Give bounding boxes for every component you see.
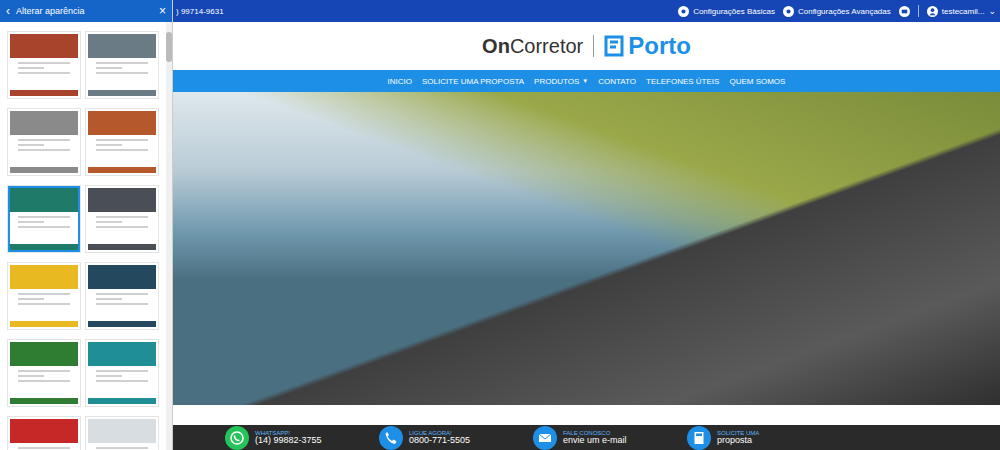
thumb-footer [88,398,156,404]
theme-thumbnail[interactable] [86,263,158,329]
thumb-content [88,135,156,167]
thumb-content [10,366,78,398]
app: ‹ Alterar aparência × ) 99714-9631 Confi… [0,0,1000,450]
nav-item[interactable]: SOLICITE UMA PROPOSTA [422,77,524,86]
site-preview: ) 99714-9631 Configurações Básicas Confi… [173,0,1000,450]
thumb-content [88,58,156,90]
whatsapp-icon [225,426,249,450]
thumb-content [10,443,78,450]
contact-bar: WHATSAPP! (14) 99882-3755 LIGUE AGORA! 0… [173,425,1000,450]
settings-link[interactable]: Configurações Básicas [678,6,775,17]
thumb-footer [10,244,78,250]
thumb-content [10,135,78,167]
user-icon [927,6,938,17]
thumb-hero [10,265,78,289]
partner-logo: Porto [628,32,691,60]
thumb-footer [88,244,156,250]
mail-icon[interactable] [899,6,910,17]
thumb-content [88,289,156,321]
appearance-panel: ‹ Alterar aparência × [0,0,173,450]
thumb-hero [10,34,78,58]
theme-thumbnail[interactable] [8,32,80,98]
theme-thumbnail[interactable] [8,109,80,175]
phone-text: ) 99714-9631 [176,7,224,16]
theme-list [0,22,172,450]
thumb-content [10,289,78,321]
chevron-icon: ⌄ [988,6,996,16]
site-header: OnCorretor Porto [173,22,1000,70]
thumb-footer [10,167,78,173]
thumb-hero [88,342,156,366]
thumb-content [88,212,156,244]
theme-thumbnail[interactable] [86,109,158,175]
thumb-content [10,212,78,244]
theme-thumbnail[interactable] [8,263,80,329]
thumb-content [10,58,78,90]
contact-value: proposta [717,436,759,445]
user-menu[interactable]: testecamil... ⌄ [927,6,996,17]
porto-icon [604,35,624,57]
calc-icon [687,426,711,450]
contact-item[interactable]: WHATSAPP! (14) 99882-3755 [225,426,379,450]
back-button[interactable]: ‹ [6,4,10,18]
contact-value: (14) 99882-3755 [255,436,322,445]
thumb-hero [10,342,78,366]
mail-icon [533,426,557,450]
hero-image [173,92,1000,405]
theme-thumbnail[interactable] [86,32,158,98]
nav-item[interactable]: CONTATO [598,77,636,86]
theme-thumbnail[interactable] [8,417,80,450]
brand-logo: OnCorretor [482,35,583,58]
thumb-hero [10,188,78,212]
thumb-hero [88,419,156,443]
thumb-hero [88,111,156,135]
nav-bar: INICIO SOLICITE UMA PROPOSTA PRODUTOS▼ CONT… [173,70,1000,92]
theme-thumbnail[interactable] [86,340,158,406]
thumb-hero [88,34,156,58]
thumb-content [88,366,156,398]
theme-thumbnail[interactable] [86,417,158,450]
theme-thumbnail[interactable] [8,186,80,252]
logo[interactable]: OnCorretor Porto [482,32,691,60]
settings-link[interactable]: Configurações Avançadas [783,6,891,17]
thumb-footer [88,167,156,173]
nav-item[interactable]: QUEM SOMOS [729,77,785,86]
thumb-footer [10,90,78,96]
settings-icon [783,6,794,17]
top-bar: ) 99714-9631 Configurações Básicas Confi… [173,0,1000,22]
theme-thumbnail[interactable] [8,340,80,406]
phone-icon [379,426,403,450]
thumb-footer [88,90,156,96]
contact-item[interactable]: SOLICITE UMA proposta [687,426,841,450]
thumb-footer [10,398,78,404]
nav-item[interactable]: TELEFONES ÚTEIS [646,77,719,86]
thumb-hero [88,265,156,289]
thumb-hero [10,419,78,443]
contact-item[interactable]: FALE CONOSCO envie um e-mail [533,426,687,450]
scrollbar[interactable] [166,22,172,450]
contact-item[interactable]: LIGUE AGORA! 0800-771-5505 [379,426,533,450]
settings-icon [678,6,689,17]
thumb-hero [88,188,156,212]
contact-value: 0800-771-5505 [409,436,470,445]
close-button[interactable]: × [159,4,166,18]
panel-header: ‹ Alterar aparência × [0,0,172,22]
theme-thumbnail[interactable] [86,186,158,252]
contact-value: envie um e-mail [563,436,627,445]
thumb-hero [10,111,78,135]
thumb-content [88,443,156,450]
panel-title: Alterar aparência [16,6,153,16]
nav-item[interactable]: INICIO [388,77,412,86]
nav-item[interactable]: PRODUTOS▼ [534,77,588,86]
thumb-footer [10,321,78,327]
thumb-footer [88,321,156,327]
